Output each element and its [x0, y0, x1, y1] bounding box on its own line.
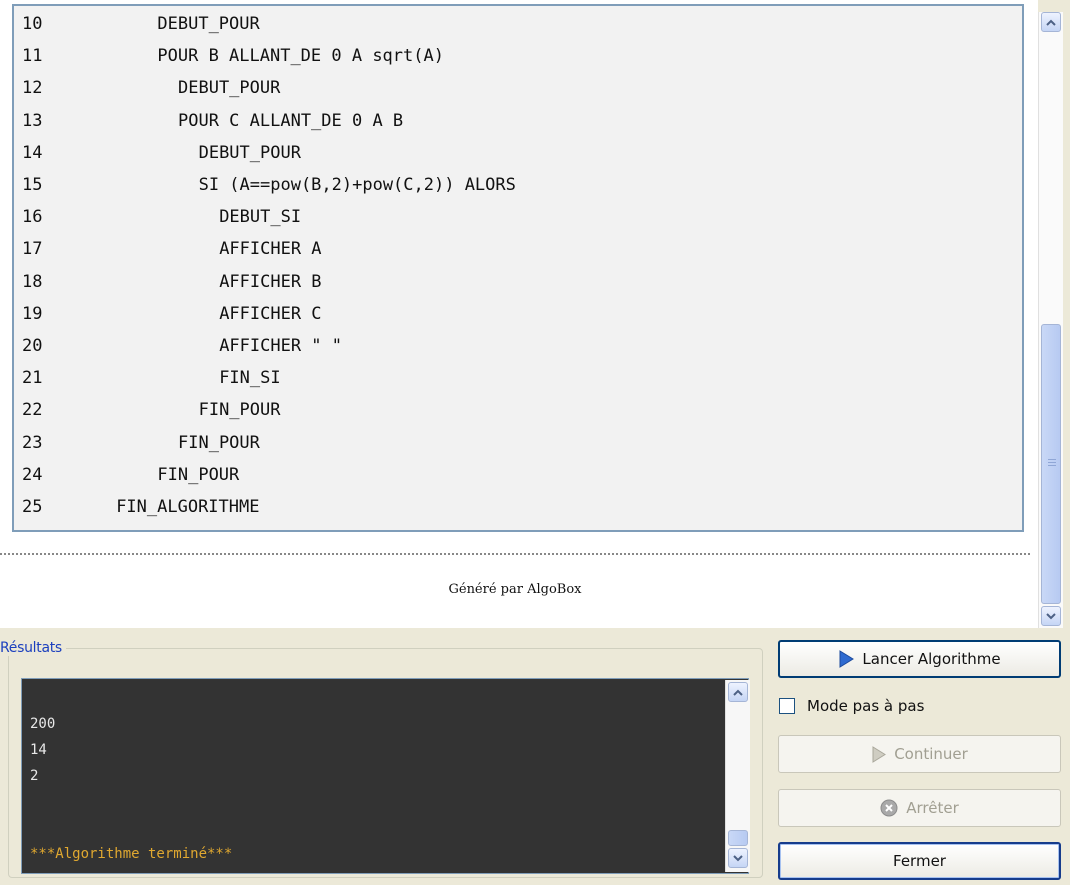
console-scrollbar[interactable]: [725, 680, 750, 872]
line-number: 18: [22, 271, 43, 292]
preview-scrollbar[interactable]: [1038, 12, 1063, 628]
console-line: 14: [30, 742, 47, 758]
stop-label: Arrêter: [906, 799, 959, 817]
results-console[interactable]: - - 200 14 2 ***Algorithme terminé***: [21, 678, 749, 874]
code-text: POUR C ALLANT_DE 0 A B: [178, 110, 404, 131]
close-button[interactable]: Fermer: [778, 842, 1061, 880]
close-label: Fermer: [893, 852, 946, 870]
line-number: 17: [22, 239, 43, 260]
console-scroll-down-button[interactable]: [728, 848, 748, 868]
console-cut-line: - -: [30, 679, 55, 684]
code-text: DEBUT_SI: [219, 207, 302, 228]
console-line: 200: [30, 716, 56, 732]
step-mode-label: Mode pas à pas: [807, 697, 925, 715]
code-text: POUR B ALLANT_DE 0 A sqrt(A): [157, 46, 444, 67]
chevron-down-icon: [733, 854, 743, 861]
continue-button[interactable]: Continuer: [778, 735, 1061, 773]
scroll-thumb[interactable]: [1041, 324, 1061, 604]
scroll-down-button[interactable]: [1041, 606, 1061, 626]
chevron-up-icon: [1046, 19, 1056, 26]
stop-button[interactable]: Arrêter: [778, 789, 1061, 827]
chevron-down-icon: [1046, 612, 1056, 619]
footer-separator: [0, 553, 1030, 555]
console-scroll-thumb[interactable]: [728, 830, 748, 846]
code-listing: 10 DEBUT_POUR 11 POUR B ALLANT_DE 0 A sqrt(…: [12, 4, 1024, 532]
scroll-up-button[interactable]: [1041, 12, 1061, 32]
algorithm-finished-message: ***Algorithme terminé***: [30, 846, 233, 862]
algorithm-preview-pane: 10 DEBUT_POUR 11 POUR B ALLANT_DE 0 A sqrt(…: [0, 0, 1038, 628]
code-text: FIN_POUR: [157, 464, 240, 485]
line-number: 23: [22, 432, 43, 453]
line-number: 16: [22, 207, 43, 228]
line-number: 25: [22, 497, 43, 517]
code-text: FIN_ALGORITHME: [116, 497, 260, 517]
line-number: 19: [22, 303, 43, 324]
line-number: 10: [22, 14, 43, 34]
play-icon: [839, 650, 855, 668]
code-text: FIN_SI: [219, 368, 281, 389]
code-text: DEBUT_POUR: [157, 14, 260, 34]
stop-icon: [880, 799, 898, 817]
chevron-up-icon: [733, 689, 743, 696]
play-icon: [872, 745, 887, 763]
code-text: DEBUT_POUR: [198, 142, 301, 163]
run-algorithm-button[interactable]: Lancer Algorithme: [778, 640, 1061, 678]
line-number: 15: [22, 175, 43, 195]
continue-label: Continuer: [894, 745, 968, 763]
line-number: 12: [22, 78, 43, 99]
line-number: 22: [22, 400, 43, 421]
line-number: 11: [22, 46, 43, 67]
generated-by-footer: Généré par AlgoBox: [448, 582, 582, 597]
step-mode-checkbox[interactable]: [779, 698, 795, 714]
run-algorithm-label: Lancer Algorithme: [862, 650, 1001, 668]
line-number: 21: [22, 368, 43, 389]
line-number: 13: [22, 110, 43, 131]
line-number: 20: [22, 336, 43, 356]
console-line: 2: [30, 768, 39, 784]
code-text: AFFICHER C: [219, 303, 322, 324]
code-text: AFFICHER B: [219, 271, 322, 292]
line-number: 14: [22, 142, 43, 163]
code-text: FIN_POUR: [178, 432, 260, 453]
code-text: FIN_POUR: [198, 400, 281, 421]
code-text: SI (A==pow(B,2)+pow(C,2)) ALORS: [198, 175, 516, 195]
console-scroll-up-button[interactable]: [728, 682, 748, 702]
code-text: AFFICHER " ": [219, 336, 343, 356]
code-text: DEBUT_POUR: [178, 78, 281, 99]
code-text: AFFICHER A: [219, 239, 322, 260]
line-number: 24: [22, 464, 43, 485]
results-label: Résultats: [0, 640, 66, 656]
